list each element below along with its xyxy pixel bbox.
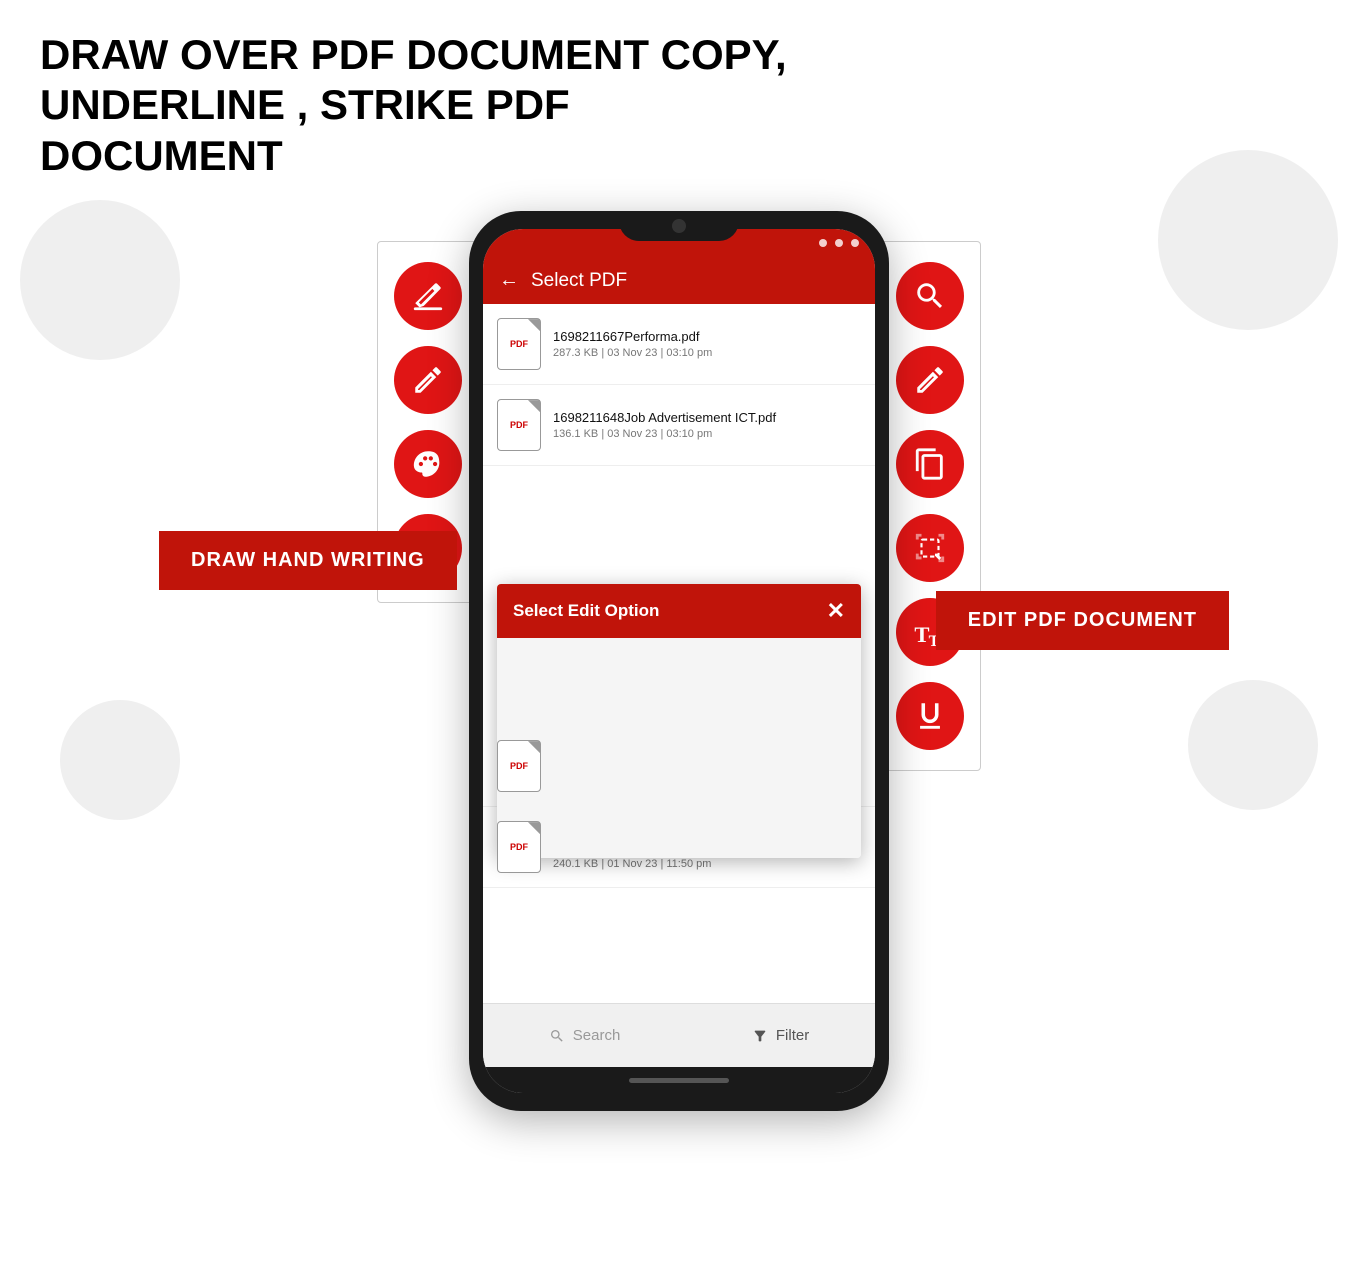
bottom-bar: Search Filter <box>483 1003 875 1067</box>
page-title: DRAW OVER PDF DOCUMENT COPY, UNDERLINE ,… <box>0 0 860 201</box>
right-icon-panel: T T <box>879 241 981 771</box>
app-header: ← Select PDF <box>483 257 875 304</box>
pdf-meta: 136.1 KB | 03 Nov 23 | 03:10 pm <box>553 428 861 440</box>
palette-icon[interactable] <box>394 430 462 498</box>
filter-label[interactable]: Filter <box>776 1027 809 1044</box>
phone-notch <box>619 211 739 241</box>
search-area[interactable]: Search <box>549 1027 621 1044</box>
app-header-title: Select PDF <box>531 270 627 292</box>
pdf-meta: 287.3 KB | 03 Nov 23 | 03:10 pm <box>553 347 861 359</box>
eraser-icon[interactable] <box>394 262 462 330</box>
phone-camera <box>672 219 686 233</box>
modal-title: Select Edit Option <box>513 601 659 621</box>
copy-icon[interactable] <box>896 430 964 498</box>
home-indicator <box>629 1078 729 1083</box>
list-item[interactable]: PDF 1698211648Job Advertisement ICT.pdf … <box>483 385 875 466</box>
list-item[interactable]: PDF 1698211667Performa.pdf 287.3 KB | 03… <box>483 304 875 385</box>
pdf-meta: 240.1 KB | 01 Nov 23 | 11:50 pm <box>553 858 861 870</box>
modal-dialog: Select Edit Option ✕ <box>497 584 861 858</box>
pdf-icon: PDF <box>497 399 541 451</box>
pdf-name: 1698211667Performa.pdf <box>553 329 861 344</box>
phone-frame: ← Select PDF PDF 1698211667Performa.pdf <box>469 211 889 1111</box>
svg-text:T: T <box>914 622 929 647</box>
modal-header: Select Edit Option ✕ <box>497 584 861 638</box>
pdf-list: PDF 1698211667Performa.pdf 287.3 KB | 03… <box>483 304 875 1003</box>
pdf-icon: PDF <box>497 740 541 792</box>
pdf-info: 1698211648Job Advertisement ICT.pdf 136.… <box>553 410 861 440</box>
modal-close-button[interactable]: ✕ <box>827 598 845 624</box>
edit-pdf-button[interactable]: EDIT PDF DOCUMENT <box>936 591 1229 650</box>
pdf-info: 1698211667Performa.pdf 287.3 KB | 03 Nov… <box>553 329 861 359</box>
home-bar <box>483 1067 875 1093</box>
underline-icon[interactable] <box>896 682 964 750</box>
modal-body <box>497 638 861 858</box>
pencil-icon[interactable] <box>394 346 462 414</box>
phone-container: ← Select PDF PDF 1698211667Performa.pdf <box>469 211 889 1111</box>
pdf-icon: PDF <box>497 318 541 370</box>
search-icon[interactable] <box>896 262 964 330</box>
pencil-edit-icon[interactable] <box>896 346 964 414</box>
selection-icon[interactable] <box>896 514 964 582</box>
phone-screen: ← Select PDF PDF 1698211667Performa.pdf <box>483 229 875 1093</box>
back-button[interactable]: ← <box>499 269 519 292</box>
draw-handwriting-button[interactable]: DRAW HAND WRITING <box>159 531 457 590</box>
filter-area[interactable]: Filter <box>752 1027 809 1044</box>
pdf-name: 1698211648Job Advertisement ICT.pdf <box>553 410 861 425</box>
pdf-icon: PDF <box>497 821 541 873</box>
search-label[interactable]: Search <box>573 1027 621 1044</box>
